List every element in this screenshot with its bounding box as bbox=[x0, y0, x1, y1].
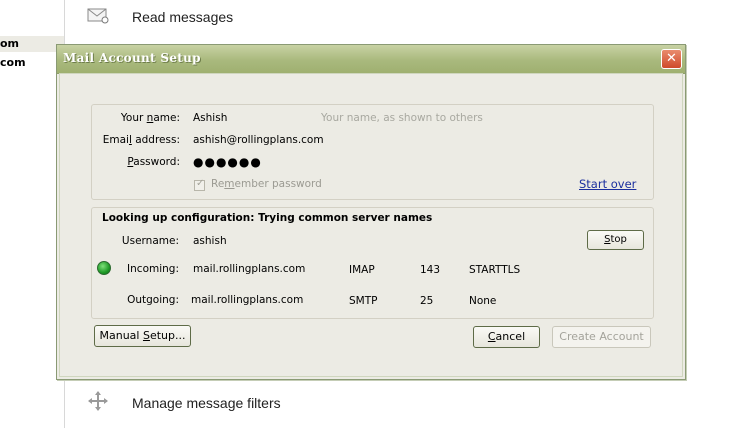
your-name-hint: Your name, as shown to others bbox=[321, 112, 483, 124]
email-input[interactable]: ashish@rollingplans.com bbox=[193, 134, 324, 146]
lookup-status-heading: Looking up configuration: Trying common … bbox=[102, 212, 433, 224]
account-item-selected[interactable]: om bbox=[0, 36, 64, 52]
identity-group: Your name: Ashish Your name, as shown to… bbox=[91, 104, 654, 200]
mail-account-setup-dialog: Mail Account Setup ✕ Your name: Ashish Y… bbox=[56, 44, 686, 380]
incoming-protocol: IMAP bbox=[349, 264, 375, 276]
filter-arrows-icon bbox=[86, 390, 110, 415]
outgoing-port: 25 bbox=[420, 295, 434, 307]
your-name-input[interactable]: Ashish bbox=[193, 112, 227, 124]
cancel-button[interactable]: Cancel bbox=[473, 326, 540, 348]
outgoing-security: None bbox=[469, 295, 497, 307]
start-over-link[interactable]: Start over bbox=[579, 177, 636, 191]
outgoing-server: mail.rollingplans.com bbox=[191, 294, 304, 306]
manage-filters-label: Manage message filters bbox=[132, 394, 281, 411]
create-account-button[interactable]: Create Account bbox=[552, 326, 651, 348]
manual-setup-button[interactable]: Manual Setup... bbox=[94, 325, 191, 347]
incoming-server: mail.rollingplans.com bbox=[193, 263, 306, 275]
email-label: Email address: bbox=[102, 134, 180, 146]
envelope-icon bbox=[86, 5, 110, 28]
incoming-port: 143 bbox=[420, 264, 441, 276]
stop-button[interactable]: Stop bbox=[587, 230, 644, 250]
remember-password-checkbox[interactable] bbox=[194, 178, 205, 191]
manage-filters-row[interactable]: Manage message filters bbox=[86, 390, 281, 415]
incoming-security: STARTTLS bbox=[469, 264, 521, 276]
dialog-titlebar[interactable]: Mail Account Setup ✕ bbox=[57, 45, 685, 74]
password-label: Password: bbox=[127, 156, 180, 168]
account-item[interactable]: com bbox=[0, 55, 64, 71]
dialog-title: Mail Account Setup bbox=[63, 51, 201, 65]
close-icon: ✕ bbox=[666, 51, 677, 66]
close-button[interactable]: ✕ bbox=[661, 49, 682, 69]
your-name-label: Your name: bbox=[120, 112, 180, 124]
read-messages-label: Read messages bbox=[132, 8, 234, 25]
password-input[interactable]: ●●●●●● bbox=[193, 155, 262, 169]
incoming-label: Incoming: bbox=[127, 263, 179, 275]
read-messages-row[interactable]: Read messages bbox=[86, 5, 233, 28]
remember-password-label: Remember password bbox=[211, 178, 322, 190]
configuration-group: Looking up configuration: Trying common … bbox=[91, 207, 654, 319]
outgoing-protocol: SMTP bbox=[349, 295, 378, 307]
username-value: ashish bbox=[193, 235, 227, 247]
username-label: Username: bbox=[121, 235, 179, 247]
outgoing-label: Outgoing: bbox=[127, 294, 179, 306]
